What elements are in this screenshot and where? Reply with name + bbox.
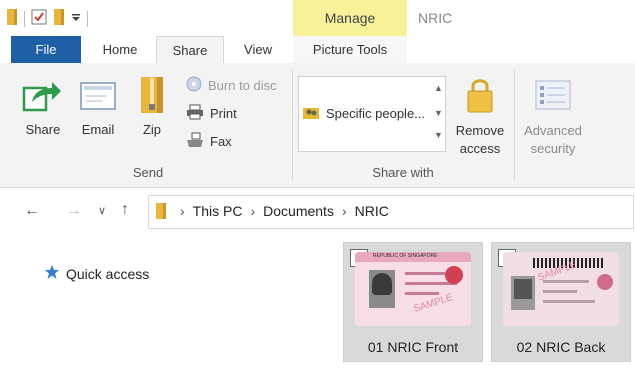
file-name-label: 01 NRIC Front <box>367 339 459 355</box>
specific-people-label: Specific people... <box>326 106 426 121</box>
burn-to-disc-label: Burn to disc <box>208 78 277 93</box>
fax-label: Fax <box>210 134 232 149</box>
share-with-group-label: Share with <box>372 165 434 180</box>
advanced-security-label-2: security <box>530 141 576 156</box>
breadcrumb-separator-icon: › <box>180 203 185 219</box>
star-icon <box>44 264 60 283</box>
print-button[interactable]: Print <box>186 104 237 123</box>
recent-locations-chevron-icon[interactable]: ∨ <box>98 204 106 217</box>
tab-picture-tools[interactable]: Picture Tools <box>293 36 407 63</box>
back-arrow-icon[interactable]: ← <box>24 202 40 220</box>
up-arrow-icon[interactable]: ↑ <box>121 201 129 219</box>
lock-icon[interactable] <box>466 76 494 119</box>
printer-icon <box>186 104 204 123</box>
disc-icon <box>186 76 202 95</box>
manage-context-tab: Manage <box>293 0 407 36</box>
tab-file[interactable]: File <box>11 36 81 63</box>
breadcrumb-separator-icon: › <box>341 203 347 219</box>
people-icon <box>302 104 320 123</box>
advanced-security-button[interactable]: Advanced security <box>520 122 586 158</box>
separator <box>24 11 25 27</box>
remove-access-label-1: Remove <box>455 123 505 138</box>
separator <box>87 11 88 27</box>
quick-access-label: Quick access <box>66 265 150 282</box>
properties-icon[interactable] <box>31 9 47 30</box>
customize-toolbar-icon[interactable] <box>71 10 81 28</box>
zip-icon[interactable] <box>139 76 165 119</box>
gallery-scroll-up-icon[interactable]: ▲ <box>434 83 443 93</box>
file-tile-nric-front[interactable]: ✓ REPUBLIC OF SINGAPORE SAMPLE 01 NRIC F… <box>343 242 483 362</box>
breadcrumb-this-pc[interactable]: This PC <box>193 195 243 227</box>
email-button[interactable]: Email <box>76 122 120 137</box>
specific-people-item[interactable]: Specific people... <box>302 104 425 123</box>
print-label: Print <box>210 106 237 121</box>
new-folder-icon[interactable] <box>53 8 65 31</box>
gallery-scroll-down-icon[interactable]: ▼ <box>434 108 443 118</box>
nric-front-thumbnail: REPUBLIC OF SINGAPORE SAMPLE <box>355 252 471 326</box>
folder-icon <box>6 8 18 31</box>
window-title: NRIC <box>418 10 453 26</box>
quick-access-item[interactable]: Quick access <box>44 264 149 283</box>
tab-view[interactable]: View <box>226 36 290 63</box>
folder-icon <box>155 202 167 225</box>
advanced-security-label-1: Advanced <box>524 123 582 138</box>
file-name-label: 02 NRIC Back <box>516 339 606 355</box>
email-icon[interactable] <box>80 82 116 115</box>
send-group-label: Send <box>132 165 164 180</box>
share-button[interactable]: Share <box>20 122 66 137</box>
nric-back-thumbnail: SAMPLE <box>503 252 619 326</box>
remove-access-label-2: access <box>459 141 501 156</box>
tab-share[interactable]: Share <box>156 36 224 65</box>
advanced-security-icon[interactable] <box>535 80 571 115</box>
burn-to-disc-button[interactable]: Burn to disc <box>186 76 277 95</box>
fax-button[interactable]: Fax <box>186 132 232 151</box>
breadcrumb-nric[interactable]: NRIC <box>355 195 389 227</box>
forward-arrow-icon[interactable]: → <box>66 202 82 220</box>
remove-access-button[interactable]: Remove access <box>450 122 510 158</box>
gallery-more-icon[interactable]: ▼ <box>434 130 443 140</box>
group-separator <box>514 70 515 180</box>
card-watermark-text: SAMPLE <box>412 291 455 316</box>
file-tile-nric-back[interactable]: ✓ SAMPLE 02 NRIC Back <box>491 242 631 362</box>
fax-icon <box>186 132 204 151</box>
card-header-text: REPUBLIC OF SINGAPORE <box>373 253 438 259</box>
breadcrumb: › This PC › Documents › NRIC <box>180 195 389 227</box>
quick-access-toolbar <box>6 8 88 30</box>
zip-button[interactable]: Zip <box>136 122 168 137</box>
breadcrumb-separator-icon: › <box>250 203 256 219</box>
group-separator <box>292 70 293 180</box>
breadcrumb-documents[interactable]: Documents <box>263 195 334 227</box>
tab-home[interactable]: Home <box>88 36 152 63</box>
share-icon[interactable] <box>22 78 62 119</box>
